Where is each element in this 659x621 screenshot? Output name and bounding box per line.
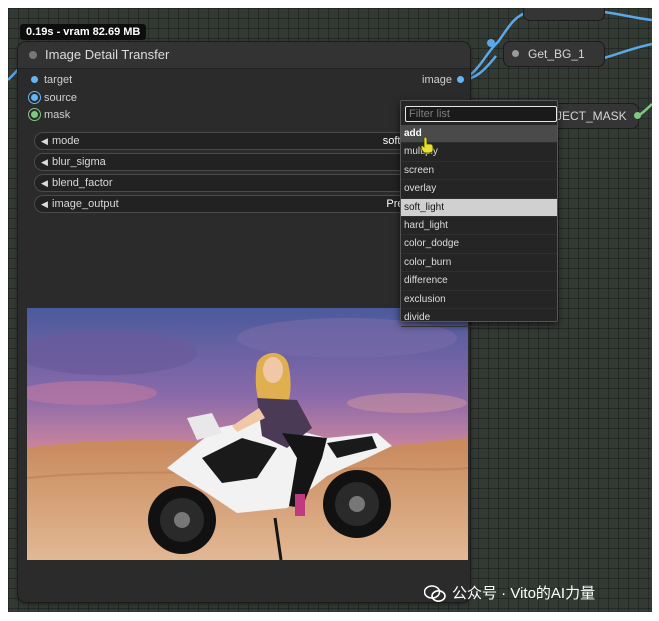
decrement-arrow-icon[interactable]: ◀: [41, 133, 48, 149]
dropdown-item-difference[interactable]: difference: [401, 272, 557, 291]
target-label: target: [44, 74, 73, 86]
decrement-arrow-icon[interactable]: ◀: [41, 175, 48, 191]
partial-node-top[interactable]: [524, 8, 604, 20]
graph-canvas[interactable]: Get_BG_1 JECT_MASK Image Detail Transfer…: [8, 8, 652, 612]
node-title-bar[interactable]: Image Detail Transfer: [18, 42, 470, 69]
input-slot-source[interactable]: source: [18, 91, 77, 105]
mask-label: mask: [44, 109, 71, 121]
output-slot-image[interactable]: image: [422, 73, 470, 87]
decrement-arrow-icon[interactable]: ◀: [41, 154, 48, 170]
mode-widget[interactable]: ◀ mode soft_l: [34, 132, 416, 150]
decrement-arrow-icon[interactable]: ◀: [41, 196, 48, 212]
mode-dropdown-menu[interactable]: add multiply screen overlay soft_light h…: [400, 100, 558, 328]
blur-sigma-label: blur_sigma: [52, 156, 106, 168]
image-output-widget[interactable]: ◀ image_output Prev: [34, 195, 416, 213]
dropdown-item-hard-light[interactable]: hard_light: [401, 217, 557, 236]
execution-stats-badge: 0.19s - vram 82.69 MB: [20, 24, 147, 40]
mode-label: mode: [52, 135, 80, 147]
preview-image: [27, 308, 468, 560]
target-pin-icon[interactable]: [31, 76, 38, 83]
image-output-widget-label: image_output: [52, 198, 119, 210]
filter-list-input[interactable]: [405, 106, 557, 122]
image-output-label: image: [422, 74, 452, 86]
dropdown-item-color-burn[interactable]: color_burn: [401, 254, 557, 273]
mask-pin-icon[interactable]: [31, 111, 38, 118]
hand-cursor-icon: [420, 136, 434, 154]
input-slot-target[interactable]: target: [18, 73, 72, 87]
source-pin-icon[interactable]: [31, 94, 38, 101]
image-output-pin-icon[interactable]: [457, 76, 464, 83]
subject-mask-label: JECT_MASK: [556, 109, 627, 123]
blend-factor-label: blend_factor: [52, 177, 113, 189]
dropdown-item-overlay[interactable]: overlay: [401, 180, 557, 199]
get-bg-node[interactable]: Get_BG_1: [504, 42, 604, 66]
get-bg-input-pin[interactable]: [512, 50, 519, 57]
dropdown-options: add multiply screen overlay soft_light h…: [401, 125, 557, 328]
source-label: source: [44, 92, 78, 104]
dropdown-item-exclusion[interactable]: exclusion: [401, 291, 557, 309]
blend-factor-widget[interactable]: ◀ blend_factor 1.: [34, 174, 416, 192]
dropdown-item-divide[interactable]: divide: [401, 309, 557, 328]
watermark-text: 公众号 · Vito的AI力量: [452, 585, 596, 602]
dropdown-item-screen[interactable]: screen: [401, 162, 557, 181]
wechat-logo-icon: [424, 585, 446, 602]
collapse-dot-icon[interactable]: [29, 51, 37, 59]
blur-sigma-widget[interactable]: ◀ blur_sigma 5: [34, 153, 416, 171]
dropdown-item-soft-light[interactable]: soft_light: [401, 198, 557, 217]
get-bg-label: Get_BG_1: [528, 47, 585, 61]
node-title: Image Detail Transfer: [45, 47, 170, 62]
dropdown-item-color-dodge[interactable]: color_dodge: [401, 235, 557, 254]
subject-mask-output-pin[interactable]: [634, 112, 641, 119]
input-slot-mask[interactable]: mask: [18, 108, 70, 122]
